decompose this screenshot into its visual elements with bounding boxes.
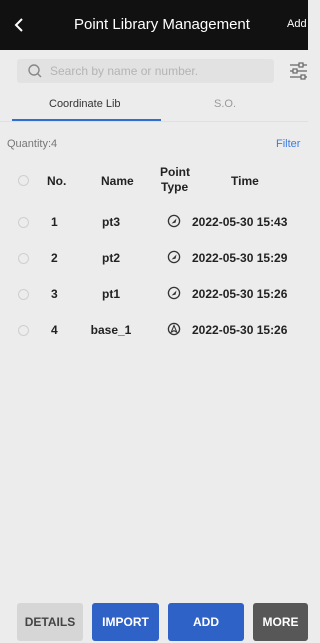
more-button[interactable]: MORE — [253, 603, 308, 641]
filter-settings-icon[interactable] — [289, 60, 308, 82]
row-name: base_1 — [90, 323, 132, 337]
header-point-type-line1: Point — [160, 165, 190, 179]
base-station-icon — [167, 322, 181, 336]
row-name: pt2 — [102, 251, 120, 265]
page-title: Point Library Management — [74, 16, 250, 33]
bottom-action-bar: DETAILS IMPORT ADD MORE — [0, 600, 308, 643]
row-time: 2022-05-30 15:29 — [192, 251, 288, 265]
details-button[interactable]: DETAILS — [17, 603, 83, 641]
row-radio[interactable] — [18, 217, 29, 228]
table-row[interactable]: 3 pt1 2022-05-30 15:26 — [0, 277, 308, 311]
row-no: 1 — [51, 215, 58, 229]
row-no: 3 — [51, 287, 58, 301]
top-bar: Point Library Management Add — [0, 0, 308, 50]
tab-divider — [0, 121, 308, 122]
survey-point-icon — [167, 286, 181, 300]
tab-so[interactable]: S.O. — [214, 98, 236, 110]
row-time: 2022-05-30 15:43 — [192, 215, 288, 229]
row-radio[interactable] — [18, 253, 29, 264]
header-name: Name — [101, 174, 134, 188]
search-bar — [17, 59, 274, 83]
search-icon — [28, 64, 42, 78]
row-radio[interactable] — [18, 289, 29, 300]
row-no: 2 — [51, 251, 58, 265]
survey-point-icon — [167, 214, 181, 228]
add-button[interactable]: ADD — [168, 603, 244, 641]
row-no: 4 — [51, 323, 58, 337]
import-button[interactable]: IMPORT — [92, 603, 159, 641]
survey-point-icon — [167, 250, 181, 264]
table-row[interactable]: 1 pt3 2022-05-30 15:43 — [0, 205, 308, 239]
add-link[interactable]: Add — [287, 18, 307, 30]
header-no: No. — [47, 174, 67, 188]
row-name: pt3 — [102, 215, 120, 229]
row-time: 2022-05-30 15:26 — [192, 323, 288, 337]
row-radio[interactable] — [18, 325, 29, 336]
filter-link[interactable]: Filter — [276, 138, 300, 150]
row-name: pt1 — [102, 287, 120, 301]
select-all-radio[interactable] — [18, 175, 29, 186]
point-library-screen: Point Library Management Add Coordinate … — [0, 0, 308, 643]
header-time: Time — [231, 174, 259, 188]
table-header: No. Name Point Type Time — [0, 160, 308, 200]
row-time: 2022-05-30 15:26 — [192, 287, 288, 301]
table-row[interactable]: 4 base_1 2022-05-30 15:26 — [0, 313, 308, 347]
back-arrow-icon[interactable] — [11, 16, 29, 34]
tab-coordinate-lib[interactable]: Coordinate Lib — [49, 98, 121, 110]
search-input[interactable] — [50, 61, 265, 81]
quantity-label: Quantity:4 — [7, 138, 58, 150]
table-row[interactable]: 2 pt2 2022-05-30 15:29 — [0, 241, 308, 275]
header-point-type-line2: Type — [161, 180, 189, 194]
